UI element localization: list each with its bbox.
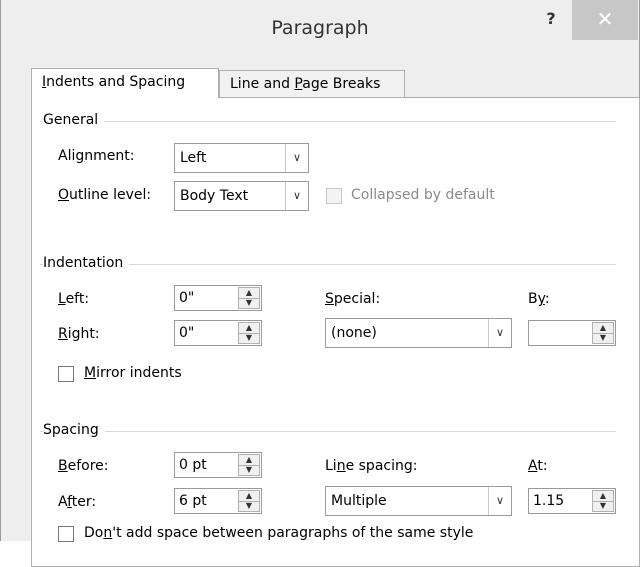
special-dropdown[interactable]: (none) ∨ — [325, 318, 512, 348]
at-label: At: — [528, 458, 548, 474]
after-spinner[interactable]: 6 pt ▲ ▼ — [174, 488, 262, 514]
indent-right-label: Right: — [58, 326, 100, 342]
chevron-down-icon: ∨ — [285, 144, 308, 172]
indent-left-spinner[interactable]: 0" ▲ ▼ — [174, 285, 262, 311]
special-value: (none) — [331, 325, 377, 341]
special-label: Special: — [325, 291, 381, 307]
alignment-label: Alignment: — [58, 148, 135, 164]
spinner-buttons: ▲ ▼ — [238, 454, 260, 476]
section-title-spacing: Spacing — [43, 422, 105, 438]
triangle-down-icon[interactable]: ▼ — [593, 333, 613, 343]
mirror-indents-label: Mirror indents — [84, 365, 182, 381]
at-value: 1.15 — [533, 493, 565, 509]
by-label: By: — [528, 291, 550, 307]
before-label: Before: — [58, 458, 109, 474]
mirror-indents-checkbox[interactable] — [58, 366, 74, 382]
general-separator — [40, 121, 616, 122]
dont-add-space-checkbox[interactable] — [58, 526, 74, 542]
spacing-separator — [40, 431, 616, 432]
chevron-down-icon: ∨ — [285, 182, 308, 210]
line-spacing-label: Line spacing: — [325, 458, 418, 474]
outline-level-value: Body Text — [180, 188, 249, 204]
after-value: 6 pt — [179, 493, 207, 509]
triangle-down-icon[interactable]: ▼ — [239, 298, 259, 308]
indent-right-value: 0" — [179, 325, 195, 341]
triangle-down-icon[interactable]: ▼ — [239, 501, 259, 511]
indent-right-spinner[interactable]: 0" ▲ ▼ — [174, 320, 262, 346]
tab-indents-and-spacing[interactable]: Indents and Spacing — [31, 68, 219, 98]
tab-label-pre: Line and — [230, 76, 295, 92]
close-button[interactable]: ✕ — [572, 0, 638, 40]
outline-level-label: Outline level: — [58, 187, 152, 203]
before-value: 0 pt — [179, 457, 207, 473]
by-spinner[interactable]: ▲ ▼ — [528, 320, 616, 346]
indent-left-label: Left: — [58, 291, 90, 307]
spinner-buttons: ▲ ▼ — [238, 287, 260, 309]
help-button[interactable]: ? — [538, 6, 564, 32]
line-spacing-dropdown[interactable]: Multiple ∨ — [325, 486, 512, 516]
tab-label: age Breaks — [302, 76, 381, 92]
alignment-dropdown[interactable]: Left ∨ — [174, 143, 309, 173]
chevron-down-icon: ∨ — [488, 487, 511, 515]
collapsed-by-default-checkbox[interactable] — [326, 188, 342, 204]
alignment-value: Left — [180, 150, 207, 166]
spinner-buttons: ▲ ▼ — [238, 490, 260, 512]
tab-line-and-page-breaks[interactable]: Line and Page Breaks — [219, 70, 405, 98]
spinner-buttons: ▲ ▼ — [592, 322, 614, 344]
chevron-down-icon: ∨ — [488, 319, 511, 347]
dont-add-space-label: Don't add space between paragraphs of th… — [84, 525, 474, 541]
tab-panel: General Alignment: Left ∨ Outline level:… — [31, 97, 640, 567]
paragraph-dialog: Paragraph ? ✕ Indents and Spacing Line a… — [0, 0, 640, 567]
after-label: After: — [58, 494, 97, 510]
at-spinner[interactable]: 1.15 ▲ ▼ — [528, 488, 616, 514]
before-spinner[interactable]: 0 pt ▲ ▼ — [174, 452, 262, 478]
title-bar: Paragraph ? ✕ — [1, 0, 639, 56]
outline-level-dropdown[interactable]: Body Text ∨ — [174, 181, 309, 211]
spinner-buttons: ▲ ▼ — [592, 490, 614, 512]
triangle-down-icon[interactable]: ▼ — [593, 501, 613, 511]
line-spacing-value: Multiple — [331, 493, 387, 509]
indent-left-value: 0" — [179, 290, 195, 306]
triangle-down-icon[interactable]: ▼ — [239, 333, 259, 343]
tab-label: ndents and Spacing — [46, 74, 186, 90]
spinner-buttons: ▲ ▼ — [238, 322, 260, 344]
collapsed-by-default-label: Collapsed by default — [351, 187, 495, 203]
section-title-indentation: Indentation — [43, 255, 130, 271]
section-title-general: General — [43, 112, 105, 128]
triangle-down-icon[interactable]: ▼ — [239, 465, 259, 475]
